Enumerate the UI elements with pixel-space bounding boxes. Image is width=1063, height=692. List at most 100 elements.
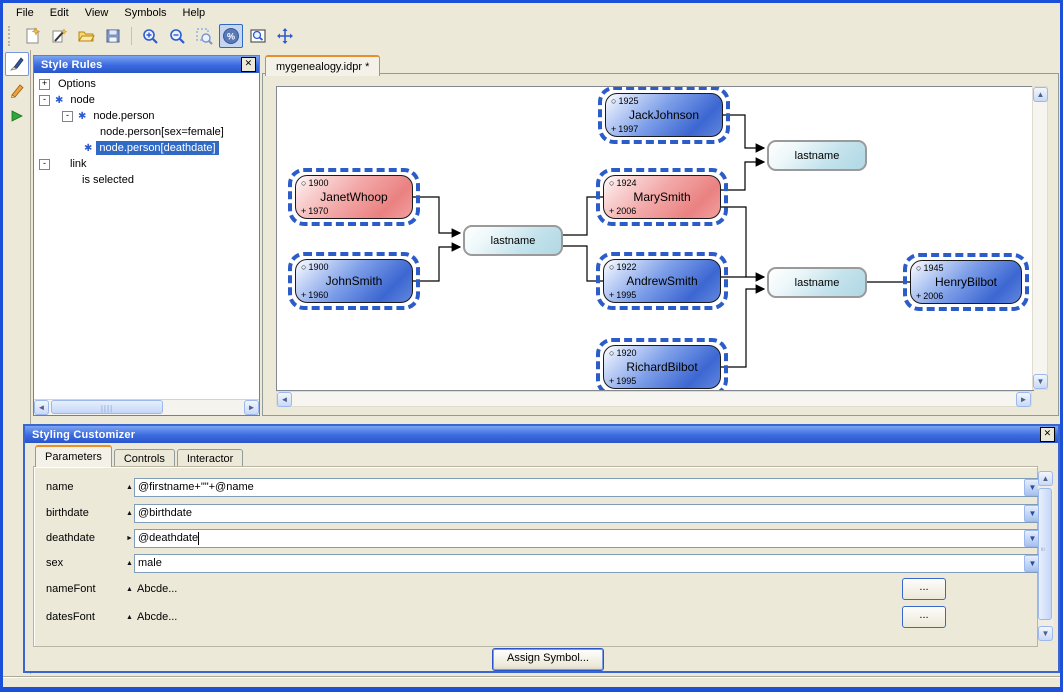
menu-help[interactable]: Help [175, 5, 214, 21]
run-icon [9, 108, 25, 124]
edit-style-button[interactable] [47, 24, 71, 48]
person-node-johnsmith[interactable]: ○1900 JohnSmith +1960 [295, 259, 413, 303]
person-node-andrewsmith[interactable]: ○1922 AndrewSmith +1995 [603, 259, 721, 303]
param-row-namefont: nameFont ▲ Abcde... ... [34, 579, 1037, 599]
person-node-janetwhoop[interactable]: ○1900 JanetWhoop +1970 [295, 175, 413, 219]
tab-interactor[interactable]: Interactor [177, 449, 243, 467]
customizer-tabs: Parameters Controls Interactor [35, 447, 245, 467]
canvas-hscrollbar[interactable]: ◄ ► [276, 391, 1032, 407]
selection-border[interactable]: ○1924 MarySmith +2006 [596, 168, 728, 226]
scroll-up-icon[interactable]: ▲ [1033, 87, 1048, 102]
scroll-right-icon[interactable]: ► [244, 400, 259, 415]
scroll-thumb[interactable]: |||| [51, 400, 163, 414]
scroll-left-icon[interactable]: ◄ [277, 392, 292, 407]
application-window: File Edit View Symbols Help [0, 0, 1063, 692]
death-icon: + [916, 291, 921, 301]
customizer-titlebar[interactable]: Styling Customizer ✕ [25, 426, 1058, 443]
pan-button[interactable] [273, 24, 297, 48]
document-tab-label: mygenealogy.idpr * [276, 61, 369, 73]
rule-gear-icon: ✱ [84, 143, 92, 154]
edit-pencil-button[interactable] [5, 78, 29, 102]
close-icon[interactable]: ✕ [1040, 427, 1055, 442]
style-brush-button[interactable] [5, 52, 29, 76]
fit-to-window-icon [249, 27, 267, 45]
sex-combobox[interactable]: male ▼ [134, 554, 1042, 573]
run-button[interactable] [5, 104, 29, 128]
zoom-in-button[interactable] [138, 24, 162, 48]
birth-year: 1900 [308, 178, 328, 188]
collapse-icon[interactable]: - [62, 111, 73, 122]
selection-border[interactable]: ○1920 RichardBilbot +1995 [596, 338, 728, 391]
deathdate-combobox[interactable]: @deathdate ▼ [134, 529, 1042, 548]
person-node-henrybilbot[interactable]: ○1945 HenryBilbot +2006 [910, 260, 1022, 304]
person-node-marysmith[interactable]: ○1924 MarySmith +2006 [603, 175, 721, 219]
customizer-vscrollbar[interactable]: ▲ ≡ ▼ [1038, 471, 1054, 641]
menu-view[interactable]: View [77, 5, 117, 21]
birth-year: 1900 [308, 262, 328, 272]
selection-border[interactable]: ○1922 AndrewSmith +1995 [596, 252, 728, 310]
tree-item-is-selected[interactable]: is selected [34, 172, 259, 188]
assign-symbol-button[interactable]: Assign Symbol... [492, 648, 604, 671]
collapse-icon[interactable]: - [39, 95, 50, 106]
canvas-vscrollbar[interactable]: ▲ ▼ [1032, 86, 1048, 390]
sort-arrow-icon[interactable]: ▲ [126, 586, 133, 593]
name-combobox[interactable]: @firstname+""+@name ▼ [134, 478, 1042, 497]
menu-symbols[interactable]: Symbols [116, 5, 174, 21]
tree-item-node-person-sex-female[interactable]: node.person[sex=female] [34, 124, 259, 140]
toolbar-grip[interactable] [8, 26, 14, 46]
sort-arrow-icon[interactable]: ▲ [126, 484, 133, 491]
new-document-button[interactable] [20, 24, 44, 48]
namefont-browse-button[interactable]: ... [902, 578, 946, 600]
diagram-canvas[interactable]: ○1925 JackJohnson +1997 ○1900 JanetWhoop… [276, 86, 1034, 391]
close-icon[interactable]: ✕ [241, 57, 256, 72]
selection-border[interactable]: ○1900 JanetWhoop +1970 [288, 168, 420, 226]
zoom-selection-button[interactable] [192, 24, 216, 48]
birth-year: 1925 [618, 96, 638, 106]
style-brush-icon [9, 56, 25, 72]
open-button[interactable] [74, 24, 98, 48]
person-node-richardbilbot[interactable]: ○1920 RichardBilbot +1995 [603, 345, 721, 389]
birthdate-combobox[interactable]: @birthdate ▼ [134, 504, 1042, 523]
scroll-up-icon[interactable]: ▲ [1038, 471, 1053, 486]
scroll-left-icon[interactable]: ◄ [34, 400, 49, 415]
tree-item-link[interactable]: - link [34, 156, 259, 172]
scroll-down-icon[interactable]: ▼ [1033, 374, 1048, 389]
tree-item-node-person[interactable]: - ✱ node.person [34, 108, 259, 124]
selection-border[interactable]: ○1925 JackJohnson +1997 [598, 86, 730, 144]
scroll-down-icon[interactable]: ▼ [1038, 626, 1053, 641]
datesfont-browse-button[interactable]: ... [902, 606, 946, 628]
menu-file[interactable]: File [8, 5, 42, 21]
save-button[interactable] [101, 24, 125, 48]
zoom-out-button[interactable] [165, 24, 189, 48]
pan-icon [276, 27, 294, 45]
sort-arrow-icon[interactable]: ▲ [126, 510, 133, 517]
selection-border[interactable]: ○1945 HenryBilbot +2006 [903, 253, 1029, 311]
tree-item-options[interactable]: + Options [34, 76, 259, 92]
birth-icon: ○ [301, 178, 306, 188]
tab-controls[interactable]: Controls [114, 449, 175, 467]
fit-to-window-button[interactable] [246, 24, 270, 48]
tree-item-node[interactable]: - ✱ node [34, 92, 259, 108]
sort-arrow-icon[interactable]: ► [126, 535, 133, 542]
sort-arrow-icon[interactable]: ▲ [126, 560, 133, 567]
tab-parameters[interactable]: Parameters [35, 445, 112, 467]
scroll-right-icon[interactable]: ► [1016, 392, 1031, 407]
document-tab[interactable]: mygenealogy.idpr * [265, 55, 380, 76]
param-row-birthdate: birthdate ▲ @birthdate ▼ [34, 503, 1037, 523]
menu-edit[interactable]: Edit [42, 5, 77, 21]
zoom-percent-icon: % [222, 27, 240, 45]
link-node-lastname[interactable]: lastname [767, 140, 867, 171]
selection-border[interactable]: ○1900 JohnSmith +1960 [288, 252, 420, 310]
expand-icon[interactable]: + [39, 79, 50, 90]
style-rules-titlebar[interactable]: Style Rules ✕ [34, 56, 259, 73]
diagram-panel: ○1925 JackJohnson +1997 ○1900 JanetWhoop… [262, 73, 1059, 416]
link-node-lastname[interactable]: lastname [767, 267, 867, 298]
tree-item-node-person-deathdate[interactable]: ✱ node.person[deathdate] [34, 140, 259, 156]
style-rules-hscrollbar[interactable]: ◄ |||| ► [34, 399, 259, 415]
person-node-jackjohnson[interactable]: ○1925 JackJohnson +1997 [605, 93, 723, 137]
sort-arrow-icon[interactable]: ▲ [126, 614, 133, 621]
link-node-lastname[interactable]: lastname [463, 225, 563, 256]
scroll-thumb[interactable]: ≡ [1038, 488, 1052, 620]
collapse-icon[interactable]: - [39, 159, 50, 170]
zoom-percent-button[interactable]: % [219, 24, 243, 48]
